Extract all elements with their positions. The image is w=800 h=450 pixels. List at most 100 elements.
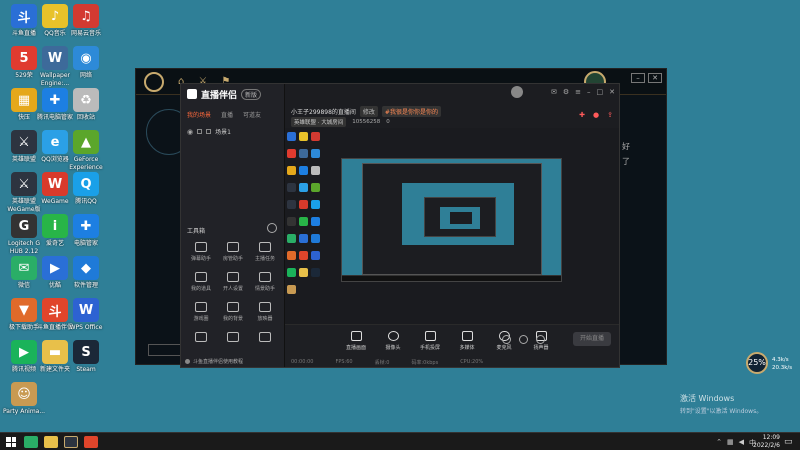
clock-time: 12:09: [762, 434, 780, 441]
system-tray: ⌃ ▦ ◀ 中: [716, 438, 756, 448]
gift-icon[interactable]: ✚: [579, 111, 585, 119]
scene-checkbox[interactable]: [206, 129, 212, 134]
desktop-icon-label: 网易云音乐: [70, 30, 101, 37]
room-notice[interactable]: #我很是你你是你的: [381, 106, 441, 117]
preview-desktop-icon: [311, 132, 320, 141]
desktop-icon-label: 回收站: [76, 114, 95, 121]
game-circle-icon: [195, 302, 207, 312]
tool-extra-1[interactable]: [185, 332, 217, 345]
desktop-icon[interactable]: ▲ GeForce Experience: [64, 130, 108, 172]
calendar-icon: [195, 332, 207, 342]
game-friend-row[interactable]: 好: [618, 139, 666, 154]
windows-start-icon[interactable]: [6, 437, 16, 447]
scene-name: 场景1: [215, 129, 231, 136]
preview-desktop-icon: [299, 183, 308, 192]
scene-item[interactable]: ◉ 场景1: [181, 121, 284, 142]
more-icon: [259, 332, 271, 342]
extra-controls: [502, 335, 545, 344]
usage-ring: 25%: [746, 352, 768, 374]
volume-icon[interactable]: ◀: [739, 438, 744, 448]
tab-my-scenes[interactable]: 我的场景: [187, 110, 211, 119]
wechat-taskbar-icon[interactable]: [24, 436, 38, 448]
preview-desktop-icon: [287, 166, 296, 175]
tool-projector[interactable]: 放映器: [249, 302, 281, 322]
tutorial-tip[interactable]: 斗鱼直播伴侣使用教程: [185, 358, 243, 365]
notification-icon[interactable]: ▭: [784, 437, 796, 447]
tool-danmaku[interactable]: 弹幕助手: [185, 242, 217, 262]
preview-desktop-icon: [287, 149, 296, 158]
tab-friends[interactable]: 可道友: [243, 110, 261, 119]
start-live-button[interactable]: 开始直播: [573, 332, 611, 346]
close-icon[interactable]: ✕: [648, 73, 662, 83]
tool-game-circle[interactable]: 游戏圈: [185, 302, 217, 322]
tool-scene-helper[interactable]: 情景助手: [249, 272, 281, 292]
activate-title: 激活 Windows: [680, 394, 735, 403]
stream-app-window[interactable]: 直播伴侣 新版 我的场景 直播 可道友 ◉ 场景1 工具箱 弹幕助手 房管助手 …: [180, 83, 620, 368]
message-icon[interactable]: ✉: [551, 88, 557, 96]
toolbox-settings-icon[interactable]: [267, 223, 277, 233]
tool-extra-2[interactable]: [217, 332, 249, 345]
desktop-icon[interactable]: ◉ 网络: [64, 46, 108, 80]
desktop-icon[interactable]: Q 腾讯QQ: [64, 172, 108, 206]
lock-checkbox[interactable]: [197, 129, 203, 134]
preview-desktop-icon: [311, 166, 320, 175]
screen-capture-button[interactable]: 直播画面: [343, 331, 369, 351]
game-friend-row[interactable]: 了: [618, 154, 666, 169]
desktop-icon[interactable]: W WPS Office: [64, 298, 108, 332]
app-icon: S: [73, 340, 99, 364]
desktop-icon[interactable]: ♻ 回收站: [64, 88, 108, 122]
user-avatar[interactable]: [511, 86, 523, 98]
network-icon[interactable]: ▦: [727, 438, 734, 448]
camera-button[interactable]: 摄像头: [380, 331, 406, 351]
maximize-icon[interactable]: □: [597, 88, 604, 96]
douyu-taskbar-icon[interactable]: [84, 436, 98, 448]
tool-people[interactable]: 开人设置: [217, 272, 249, 292]
gear-icon[interactable]: [536, 335, 545, 344]
close-icon[interactable]: ✕: [609, 88, 615, 96]
preview-desktop-icon: [287, 268, 296, 277]
eye-toggle-icon[interactable]: [519, 335, 528, 344]
room-meta: 英雄联盟 · 大城房间 10556258 0: [291, 117, 390, 127]
tool-room-admin[interactable]: 房管助手: [217, 242, 249, 262]
explorer-taskbar-icon[interactable]: [44, 436, 58, 448]
chevron-up-icon[interactable]: ⌃: [716, 438, 722, 448]
brand-logo-icon: [187, 89, 197, 99]
preview-desktop-icon: [299, 268, 308, 277]
record-icon[interactable]: ●: [593, 111, 599, 119]
desktop-icon[interactable]: S Steam: [64, 340, 108, 374]
toolbox-grid: 弹幕助手 房管助手 主播任务 我的道具 开人设置 情景助手 游戏圈 我的背景 放…: [185, 242, 281, 345]
minimize-icon[interactable]: –: [631, 73, 645, 83]
version-badge[interactable]: 新版: [241, 88, 262, 100]
preview-desktop-icon: [311, 251, 320, 260]
preview-desktop-icon: [287, 217, 296, 226]
eye-icon[interactable]: ◉: [187, 128, 193, 136]
desktop-icon[interactable]: ♫ 网易云音乐: [64, 4, 108, 38]
minimize-icon[interactable]: –: [587, 88, 591, 96]
clock[interactable]: 12:09 2022/2/6: [753, 434, 780, 450]
share-icon[interactable]: ⇪: [607, 111, 613, 119]
settings-icon[interactable]: ⚙: [563, 88, 569, 96]
app-window-controls: ✉ ⚙ ≡ – □ ✕: [551, 88, 615, 96]
tool-background[interactable]: 我的背景: [217, 302, 249, 322]
desktop-icon[interactable]: ✚ 电脑管家: [64, 214, 108, 248]
app-icon: ◆: [73, 256, 99, 280]
menu-icon[interactable]: ≡: [575, 88, 581, 96]
stream-preview[interactable]: [285, 128, 619, 324]
tool-extra-3[interactable]: [249, 332, 281, 345]
record-toggle-icon[interactable]: [502, 335, 511, 344]
phone-cast-button[interactable]: 手机投屏: [417, 331, 443, 351]
tip-text: 斗鱼直播伴侣使用教程: [193, 359, 244, 365]
category-select[interactable]: 英雄联盟 · 大城房间: [291, 117, 347, 127]
clock-date: 2022/2/6: [753, 442, 780, 449]
desktop-icon[interactable]: ◆ 软件管理: [64, 256, 108, 290]
tool-tasks[interactable]: 主播任务: [249, 242, 281, 262]
tab-live[interactable]: 直播: [221, 110, 233, 119]
lol-taskbar-icon[interactable]: [64, 436, 78, 448]
desktop-icon-label: 腾讯QQ: [75, 198, 97, 205]
edit-title-button[interactable]: 修改: [359, 106, 378, 117]
network-widget[interactable]: 25% 4.3k/s 20.3k/s: [746, 350, 798, 380]
tool-props[interactable]: 我的道具: [185, 272, 217, 292]
media-button[interactable]: 多媒体: [454, 331, 480, 351]
desktop-icon[interactable]: ☺ Party Anima...: [2, 382, 46, 416]
toolbox-title: 工具箱: [187, 228, 206, 235]
